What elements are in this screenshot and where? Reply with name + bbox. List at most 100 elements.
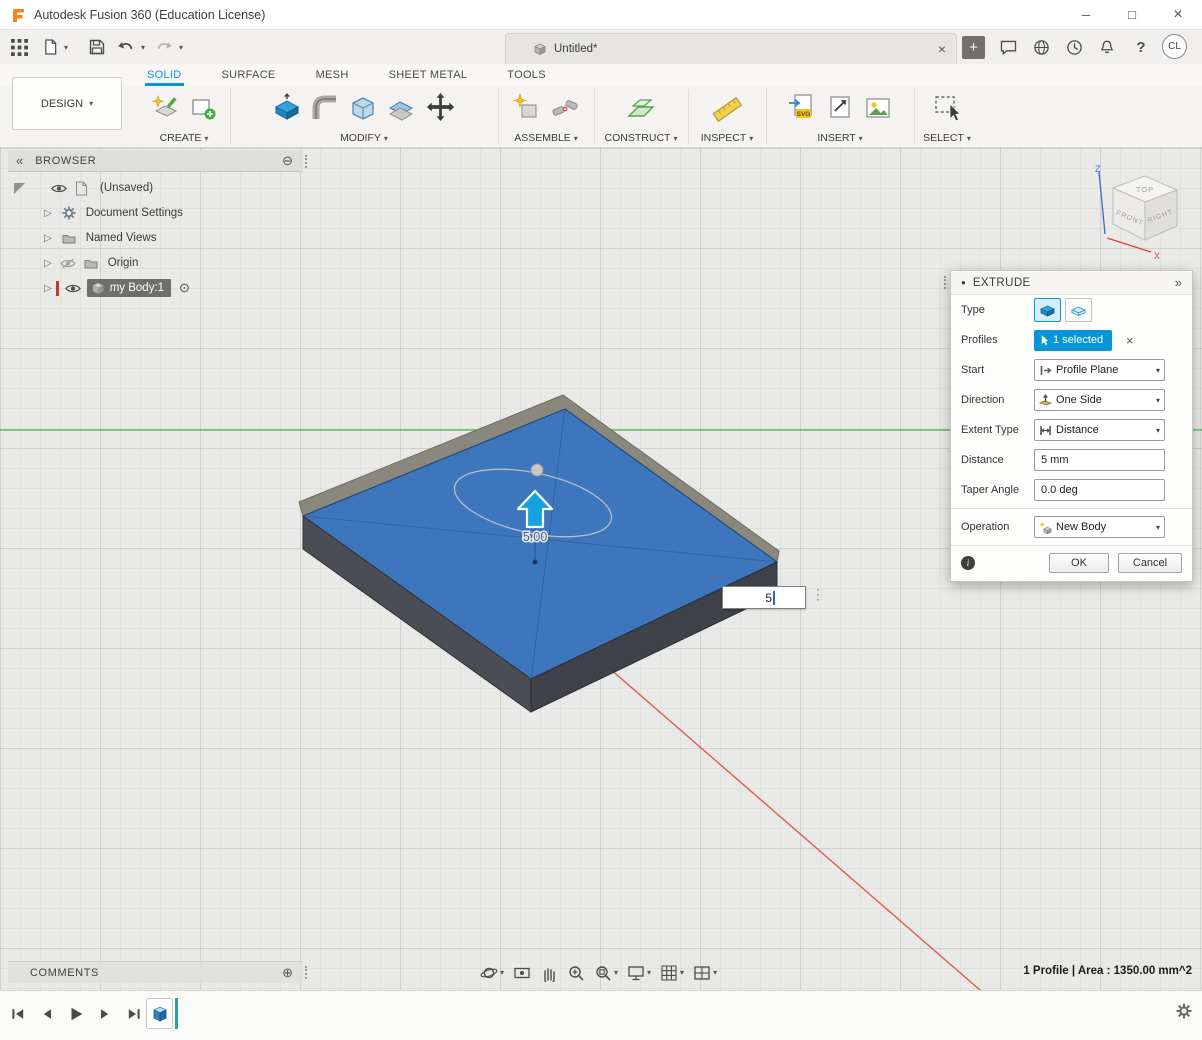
expander-icon[interactable]: ▷ <box>44 283 52 294</box>
joint-icon[interactable] <box>550 93 580 123</box>
insert-svg-icon[interactable]: SVG <box>787 93 817 123</box>
new-tab-button[interactable]: + <box>962 36 985 59</box>
timeline-feature-sketch[interactable] <box>146 998 173 1029</box>
construct-group-label[interactable]: CONSTRUCT▾ <box>596 129 686 147</box>
dialog-grip[interactable] <box>944 276 946 289</box>
redo-chevron-icon[interactable]: ▾ <box>176 30 186 64</box>
browser-item-root[interactable]: (Unsaved) <box>8 176 153 200</box>
sphere-manipulator[interactable] <box>531 464 543 476</box>
orbit-tool[interactable]: ▾ <box>480 964 504 982</box>
browser-display-toggle-icon[interactable]: ⊖ <box>282 153 293 169</box>
fillet-icon[interactable] <box>310 93 340 123</box>
body-item-highlighted[interactable]: my Body:1 <box>87 279 171 297</box>
distance-field[interactable]: 5 mm <box>1034 449 1165 471</box>
input-options-handle-icon[interactable]: ⋮ <box>811 586 825 603</box>
expander-icon[interactable]: ▷ <box>44 208 52 219</box>
sketch-center-point[interactable] <box>533 560 538 565</box>
direction-dropdown[interactable]: One Side ▾ <box>1034 389 1165 411</box>
target-selector-icon[interactable]: ⊙ <box>179 280 190 296</box>
distance-value-input[interactable]: 5 <box>722 586 806 609</box>
visibility-eye-icon[interactable] <box>65 283 81 294</box>
undo-chevron-icon[interactable]: ▾ <box>138 30 148 64</box>
clear-selection-icon[interactable]: × <box>1126 333 1134 348</box>
expander-icon[interactable]: ▷ <box>44 258 52 269</box>
insert-group-label[interactable]: INSERT▾ <box>768 129 912 147</box>
extent-type-dropdown[interactable]: Distance ▾ <box>1034 419 1165 441</box>
move-icon[interactable] <box>424 91 457 124</box>
view-cube[interactable]: Z X TOP FRONT RIGHT <box>1085 160 1195 264</box>
visibility-off-eye-icon[interactable] <box>60 258 76 269</box>
fit-zoom-window-tool[interactable]: ▾ <box>594 964 618 982</box>
tab-solid[interactable]: SOLID <box>145 64 184 86</box>
modify-group-label[interactable]: MODIFY▾ <box>232 129 496 147</box>
save-button[interactable] <box>86 30 108 64</box>
taper-angle-field[interactable]: 0.0 deg <box>1034 479 1165 501</box>
start-dropdown[interactable]: Profile Plane ▾ <box>1034 359 1165 381</box>
grid-and-snaps-tool[interactable]: ▾ <box>660 964 684 982</box>
app-grid-icon[interactable] <box>6 30 32 64</box>
offset-face-icon[interactable] <box>386 93 416 123</box>
browser-item-named-views[interactable]: ▷ Named Views <box>8 226 156 250</box>
timeline-settings-gear-icon[interactable] <box>1176 1003 1192 1024</box>
collapse-panel-icon[interactable]: « <box>16 153 23 168</box>
file-menu-chevron-icon[interactable]: ▾ <box>61 30 71 64</box>
browser-item-document-settings[interactable]: ▷ Document Settings <box>8 201 183 225</box>
browser-item-origin[interactable]: ▷ Origin <box>8 251 138 275</box>
ok-button[interactable]: OK <box>1049 553 1109 573</box>
notifications-bell-icon[interactable] <box>1096 30 1118 64</box>
go-to-end-button[interactable] <box>122 1001 146 1027</box>
shell-icon[interactable] <box>348 93 378 123</box>
extrude-body-top-face[interactable] <box>303 409 777 679</box>
inspect-group-label[interactable]: INSPECT▾ <box>690 129 764 147</box>
create-group-label[interactable]: CREATE▾ <box>140 129 228 147</box>
tab-tools[interactable]: TOOLS <box>505 64 548 86</box>
browser-item-my-body[interactable]: ▷ my Body:1 ⊙ <box>8 276 190 300</box>
tab-mesh[interactable]: MESH <box>314 64 351 86</box>
canvas-image-icon[interactable] <box>863 93 893 123</box>
look-at-tool[interactable] <box>513 964 531 982</box>
undo-button[interactable] <box>116 30 136 64</box>
dialog-expand-icon[interactable]: » <box>1175 275 1182 290</box>
extrude-dialog-header[interactable]: ● EXTRUDE » <box>951 271 1192 295</box>
maximize-button[interactable]: □ <box>1109 0 1155 29</box>
expander-icon[interactable]: ▷ <box>44 233 52 244</box>
measure-icon[interactable] <box>712 93 742 123</box>
clock-icon[interactable] <box>1063 30 1085 64</box>
add-comment-icon[interactable]: ⊕ <box>282 965 293 981</box>
document-tab[interactable]: Untitled* × <box>505 33 957 64</box>
select-icon[interactable] <box>932 93 962 123</box>
new-sketch-icon[interactable] <box>150 93 180 123</box>
play-button[interactable] <box>64 1001 88 1027</box>
tab-surface[interactable]: SURFACE <box>220 64 278 86</box>
help-icon[interactable]: ? <box>1131 30 1151 64</box>
panel-grip[interactable] <box>305 966 307 979</box>
profiles-selected-chip[interactable]: 1 selected <box>1034 330 1112 351</box>
step-forward-button[interactable] <box>93 1001 117 1027</box>
select-group-label[interactable]: SELECT▾ <box>916 129 978 147</box>
operation-dropdown[interactable]: New Body ▾ <box>1034 516 1165 538</box>
assemble-group-label[interactable]: ASSEMBLE▾ <box>500 129 592 147</box>
close-window-button[interactable]: × <box>1155 0 1201 29</box>
extrude-type-thin-button[interactable] <box>1065 298 1092 322</box>
workspace-selector-button[interactable]: DESIGN ▾ <box>12 77 122 130</box>
step-back-button[interactable] <box>35 1001 59 1027</box>
globe-icon[interactable] <box>1030 30 1052 64</box>
comments-icon[interactable] <box>997 30 1019 64</box>
browser-panel-header[interactable]: « BROWSER ⊖ <box>8 150 303 172</box>
extrude-type-solid-button[interactable] <box>1034 298 1061 322</box>
viewports-tool[interactable]: ▾ <box>693 964 717 982</box>
tab-sheet-metal[interactable]: SHEET METAL <box>387 64 470 86</box>
close-tab-icon[interactable]: × <box>938 41 946 57</box>
comments-panel-header[interactable]: COMMENTS ⊕ <box>8 961 303 983</box>
minimize-button[interactable]: ─ <box>1063 0 1109 29</box>
create-sketch-icon[interactable] <box>188 93 218 123</box>
visibility-eye-icon[interactable] <box>51 183 67 194</box>
file-menu-icon[interactable] <box>40 30 60 64</box>
timeline-playhead[interactable] <box>175 998 178 1029</box>
redo-button[interactable] <box>154 30 174 64</box>
info-icon[interactable]: i <box>961 556 975 570</box>
new-component-icon[interactable] <box>512 93 542 123</box>
pan-tool[interactable] <box>540 964 558 982</box>
decal-icon[interactable] <box>825 93 855 123</box>
construction-plane-icon[interactable] <box>626 93 656 123</box>
